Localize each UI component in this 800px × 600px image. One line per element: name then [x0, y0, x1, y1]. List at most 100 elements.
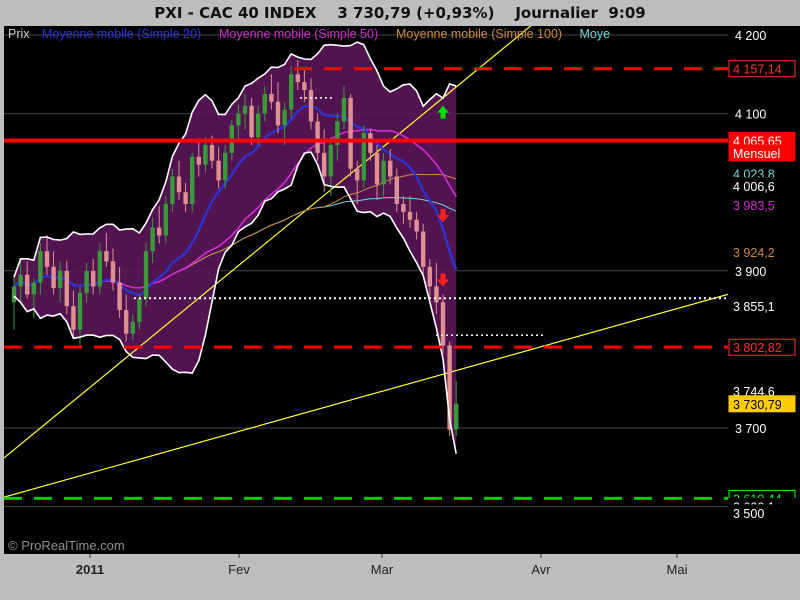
x-tick-label: Avr: [531, 562, 551, 577]
candle-body: [381, 160, 386, 185]
candle-body: [176, 176, 182, 193]
candle-body: [91, 270, 96, 287]
legend-item: Moyenne mobile (Simple 20): [42, 27, 201, 41]
candle-body: [223, 152, 228, 181]
candle-body: [414, 219, 419, 232]
candle-body: [322, 152, 327, 177]
legend-item: Moyenne mobile (Simple 100): [396, 27, 562, 41]
time-axis-svg: 2011 Fev Mar Avr Mai: [76, 554, 688, 577]
candle-body: [454, 403, 459, 430]
price-axis: 4 157,14 4 065,65 Mensuel 4 023,8 4 006,6 3 9…: [728, 26, 800, 554]
candle-body: [170, 176, 175, 204]
candle-body: [315, 121, 320, 153]
price-label: 3 802,82: [728, 338, 796, 356]
legend-item: Prix: [8, 27, 30, 41]
candle-body: [117, 282, 122, 311]
price-label-text: 3 730,79: [733, 398, 782, 412]
candle-body: [348, 97, 353, 169]
candle-body: [18, 274, 23, 287]
price-label: 3 924,2: [728, 243, 796, 261]
candle-body: [394, 176, 399, 204]
candle-body: [203, 145, 208, 165]
legend-item: Moyenne mobile (Simple 50): [219, 27, 378, 41]
candle-body: [183, 192, 188, 204]
y-tick-label: 3 700: [735, 422, 766, 436]
legend-item: Moye: [580, 27, 611, 41]
candle-body: [355, 168, 360, 181]
candle-body: [51, 266, 56, 289]
x-tick-label: Mai: [667, 562, 688, 577]
candle-body: [97, 251, 102, 287]
candle-body: [163, 203, 168, 236]
watermark-text: © ProRealTime.com: [8, 538, 125, 553]
candle-body: [216, 160, 221, 181]
price-label: 3 730,79: [728, 395, 796, 413]
candle-body: [84, 270, 89, 293]
candle-body: [236, 113, 241, 126]
candle-body: [421, 231, 426, 267]
candle-body: [282, 109, 287, 126]
time-axis: 2011 Fev Mar Avr Mai: [4, 554, 728, 600]
price-label: 3 983,5: [728, 196, 796, 214]
candle-body: [64, 270, 69, 307]
candle-body: [157, 227, 162, 236]
candle-body: [275, 101, 281, 126]
candle-body: [341, 97, 347, 122]
price-label-text: 4 006,6: [733, 180, 775, 194]
price-label: 3 855,1: [728, 297, 796, 315]
candle-body: [71, 306, 76, 330]
candle-body: [440, 302, 446, 346]
x-tick-label: Mar: [371, 562, 394, 577]
candle-body: [38, 251, 43, 283]
y-tick-label: 3 900: [735, 265, 766, 279]
candle-body: [110, 261, 116, 283]
candle-body: [249, 105, 254, 138]
candle-body: [434, 286, 439, 303]
candle-body: [58, 270, 63, 289]
price-label: 4 157,14: [728, 60, 796, 78]
price-label: Mensuel: [728, 144, 796, 162]
candle-body: [242, 105, 248, 114]
price-label-text: 3 500: [733, 507, 764, 521]
candle-body: [368, 133, 373, 153]
candle-body: [407, 211, 413, 220]
candle-body: [196, 156, 201, 165]
price-label: 3 500: [728, 504, 796, 522]
candle-body: [31, 282, 36, 295]
candle-body: [209, 145, 215, 161]
bollinger-band-fill: [14, 42, 457, 454]
candle-body: [256, 113, 261, 138]
price-label-text: 3 802,82: [733, 341, 782, 355]
price-axis-svg: 4 157,144 065,65Mensuel4 023,84 006,63 9…: [728, 29, 796, 522]
candle-body: [143, 251, 149, 299]
candle-body: [388, 160, 393, 177]
title-period: Journalier 9:09: [515, 4, 646, 22]
chart-title: PXI - CAC 40 INDEX 3 730,79 (+0,93%) Jou…: [0, 0, 800, 26]
candle-body: [262, 93, 267, 114]
candle-body: [269, 93, 274, 102]
candle-body: [104, 251, 109, 262]
price-chart-area[interactable]: Prix Moyenne mobile (Simple 20) Moyenne mo…: [4, 26, 728, 554]
price-chart-svg[interactable]: Prix Moyenne mobile (Simple 20) Moyenne mo…: [4, 26, 728, 554]
candle-body: [77, 292, 83, 330]
price-label-text: 3 983,5: [733, 199, 775, 213]
candle-body: [295, 74, 300, 83]
candle-body: [137, 298, 142, 322]
title-symbol: PXI - CAC 40 INDEX: [154, 4, 317, 22]
price-label-text: Mensuel: [733, 147, 780, 161]
price-label-text: 4 157,14: [733, 63, 782, 77]
candle-body: [190, 156, 195, 204]
candle-body: [401, 203, 406, 212]
title-quote: 3 730,79 (+0,93%): [337, 4, 495, 22]
x-tick-label: 2011: [76, 562, 104, 577]
candle-body: [150, 227, 155, 252]
candle-body: [124, 310, 129, 334]
price-label: 4 006,6: [728, 177, 796, 195]
y-tick-label: 4 100: [735, 108, 766, 122]
candle-body: [302, 82, 307, 91]
candle-body: [328, 145, 333, 177]
candle-body: [11, 286, 17, 303]
price-label-text: 3 855,1: [733, 300, 775, 314]
candle-body: [308, 90, 314, 122]
x-tick-label: Fev: [228, 562, 250, 577]
